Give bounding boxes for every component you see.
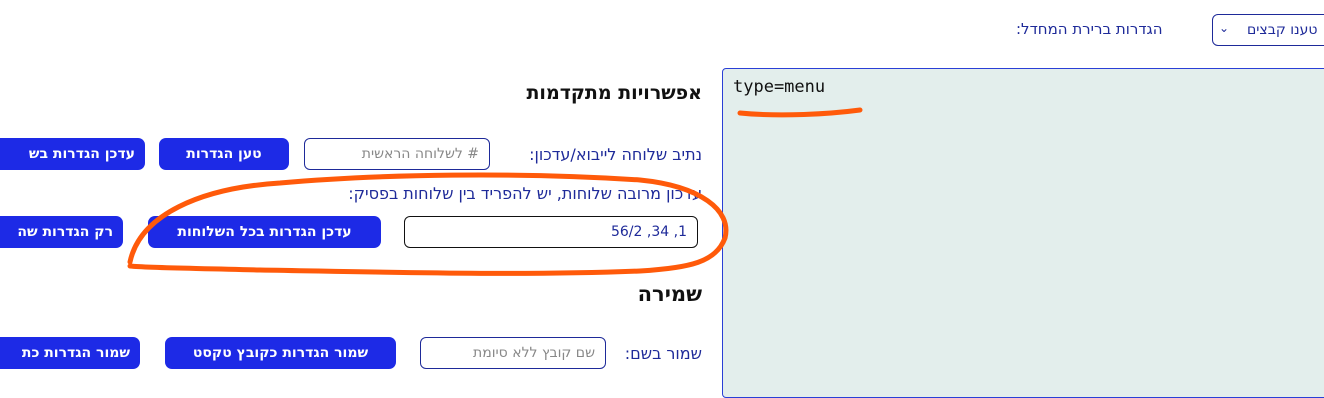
settings-textarea-content: type=menu (733, 77, 826, 97)
save-as-label: שמור בשם: (624, 344, 702, 363)
filename-input[interactable]: שם קובץ ללא סיומת (420, 337, 606, 369)
update-all-extensions-button[interactable]: עדכן הגדרות בכל השלוחות (148, 216, 381, 248)
default-settings-select-value: טענו קבצים (1247, 22, 1318, 38)
only-settings-button[interactable]: רק הגדרות שה (0, 216, 123, 248)
default-settings-select[interactable]: ⌄ טענו קבצים (1212, 14, 1324, 46)
multi-extensions-input[interactable]: 1, 34, 56/2 (404, 216, 698, 248)
update-settings-button[interactable]: עדכן הגדרות בש (0, 138, 145, 170)
default-settings-label: הגדרות ברירת המחדל: (1016, 20, 1163, 38)
save-as-text-file-button[interactable]: שמור הגדרות כקובץ טקסט (165, 337, 396, 369)
advanced-options-heading: אפשרויות מתקדמות (526, 82, 702, 104)
import-path-input[interactable]: # לשלוחה הראשית (304, 138, 490, 170)
save-settings-other-button[interactable]: שמור הגדרות כת (0, 337, 140, 369)
import-path-label: נתיב שלוחה לייבוא/עדכון: (529, 145, 702, 164)
chevron-down-icon: ⌄ (1219, 21, 1230, 35)
multi-extensions-label: עדכון מרובה שלוחות, יש להפריד בין שלוחות… (348, 184, 702, 203)
load-settings-button[interactable]: טען הגדרות (159, 138, 289, 170)
save-heading: שמירה (637, 282, 702, 306)
settings-textarea[interactable]: type=menu (722, 68, 1324, 398)
